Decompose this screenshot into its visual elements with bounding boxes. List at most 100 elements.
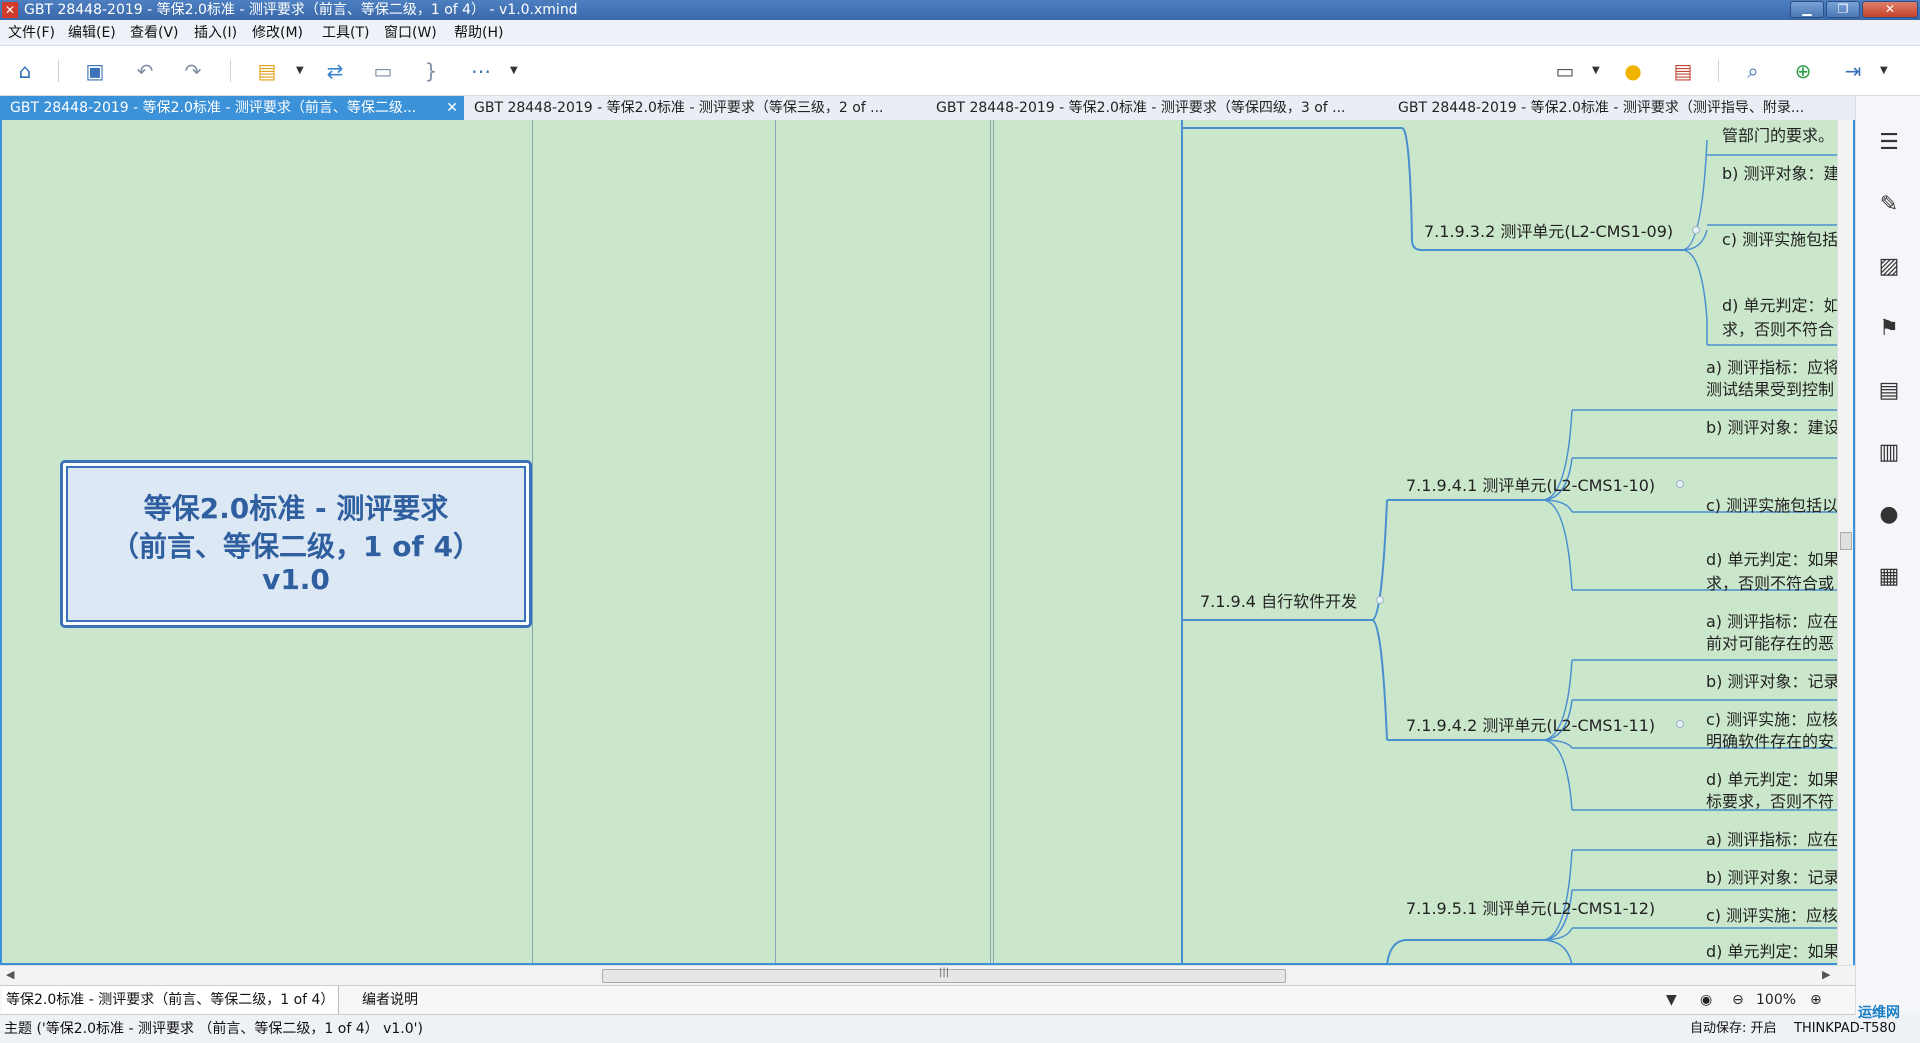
tab-sheet-4[interactable]: GBT 28448-2019 - 等保2.0标准 - 测评要求（测评指导、附录.… <box>1388 96 1848 120</box>
leaf-topic[interactable]: d) 单元判定：如 <box>1722 292 1840 316</box>
menu-view[interactable]: 查看(V) <box>130 20 179 46</box>
collapse-toggle[interactable] <box>1676 720 1684 728</box>
leaf-topic[interactable]: b) 测评对象：建 <box>1722 160 1840 184</box>
text-style-icon[interactable]: ▤ <box>1876 378 1902 404</box>
flag-icon[interactable]: ⚑ <box>1876 316 1902 342</box>
tab-label: GBT 28448-2019 - 等保2.0标准 - 测评要求（前言、等保二级.… <box>10 100 417 116</box>
chevron-down-icon[interactable]: ▼ <box>296 58 304 84</box>
topic-unit-l2-cms1-09[interactable]: 7.1.9.3.2 测评单元(L2-CMS1-09) <box>1424 218 1673 242</box>
leaf-topic[interactable]: b) 测评对象：记录 <box>1706 864 1840 888</box>
undo-icon[interactable]: ↶ <box>130 58 160 84</box>
filter-icon[interactable]: ▼ <box>1666 986 1677 1014</box>
leaf-topic[interactable]: 求，否则不符合或 <box>1706 570 1840 594</box>
leaf-topic[interactable]: c) 测评实施：应核 <box>1706 902 1840 926</box>
close-window-button[interactable]: ✕ <box>1862 1 1918 18</box>
collapse-toggle[interactable] <box>1692 226 1700 234</box>
scroll-right-icon[interactable]: ▶ <box>1822 968 1830 981</box>
toolbar: ⌂ ▣ ↶ ↷ ▤ ▼ ⇄ ▭ } ⋯ ▼ ▭ ▼ ● ▤ ⌕ ⊕ ⇥ ▼ <box>0 46 1920 96</box>
tab-label: GBT 28448-2019 - 等保2.0标准 - 测评要求（测评指导、附录.… <box>1398 100 1805 116</box>
idea-icon[interactable]: ● <box>1618 58 1648 84</box>
search-icon[interactable]: ⌕ <box>1738 58 1768 84</box>
share-icon[interactable]: ⊕ <box>1788 58 1818 84</box>
redo-icon[interactable]: ↷ <box>178 58 208 84</box>
leaf-topic[interactable]: 标要求，否则不符 <box>1706 788 1840 812</box>
task-icon[interactable]: ▦ <box>1876 564 1902 590</box>
topic-unit-l2-cms1-12[interactable]: 7.1.9.5.1 测评单元(L2-CMS1-12) <box>1406 895 1655 919</box>
home-icon[interactable]: ⌂ <box>10 58 40 84</box>
leaf-topic[interactable]: d) 单元判定：如果 <box>1706 938 1840 962</box>
eye-icon[interactable]: ◉ <box>1700 986 1712 1014</box>
tab-sheet-3[interactable]: GBT 28448-2019 - 等保2.0标准 - 测评要求（等保四级，3 o… <box>926 96 1386 120</box>
leaf-topic[interactable]: c) 测评实施包括以 <box>1706 492 1840 516</box>
status-bar: 主题 ('等保2.0标准 - 测评要求 （前言、等保二级，1 of 4） v1.… <box>0 1005 1920 1043</box>
zoom-in-button[interactable]: ⊕ <box>1810 986 1822 1014</box>
summary-icon[interactable]: } <box>416 58 446 84</box>
xmind-window: ✕ GBT 28448-2019 - 等保2.0标准 - 测评要求（前言、等保二… <box>0 0 1920 1043</box>
export-icon[interactable]: ⇥ <box>1838 58 1868 84</box>
image-icon[interactable]: ▨ <box>1876 254 1902 280</box>
close-icon[interactable]: ✕ <box>446 96 458 120</box>
tab-sheet-2[interactable]: GBT 28448-2019 - 等保2.0标准 - 测评要求（等保三级，2 o… <box>464 96 924 120</box>
collapse-toggle[interactable] <box>1376 596 1384 604</box>
leaf-topic[interactable]: 前对可能存在的恶 <box>1706 630 1840 654</box>
presentation-icon[interactable]: ▭ <box>1550 58 1580 84</box>
status-selected-topic: 主题 ('等保2.0标准 - 测评要求 （前言、等保二级，1 of 4） v1.… <box>4 1021 423 1037</box>
topic-unit-l2-cms1-10[interactable]: 7.1.9.4.1 测评单元(L2-CMS1-10) <box>1406 472 1655 496</box>
leaf-topic[interactable]: 管部门的要求。 <box>1722 122 1840 146</box>
zoom-out-button[interactable]: ⊖ <box>1732 986 1744 1014</box>
leaf-topic[interactable]: d) 单元判定：如果 <box>1706 546 1840 570</box>
relationship-icon[interactable]: ⇄ <box>320 58 350 84</box>
gantt-icon[interactable]: ▤ <box>1668 58 1698 84</box>
leaf-topic[interactable]: a) 测评指标：应将 <box>1706 354 1840 378</box>
zoom-level: 100% <box>1756 992 1797 1008</box>
chevron-down-icon[interactable]: ▼ <box>510 58 518 84</box>
leaf-topic[interactable]: b) 测评对象：建设 <box>1706 414 1840 438</box>
menu-file[interactable]: 文件(F) <box>8 20 55 46</box>
menu-help[interactable]: 帮助(H) <box>454 20 503 46</box>
vertical-scrollbar[interactable] <box>1837 120 1853 965</box>
tab-label: GBT 28448-2019 - 等保2.0标准 - 测评要求（等保三级，2 o… <box>474 100 884 116</box>
maximize-button[interactable]: ❐ <box>1826 1 1860 18</box>
more-icon[interactable]: ⋯ <box>466 58 496 84</box>
menu-edit[interactable]: 编辑(E) <box>68 20 116 46</box>
leaf-topic[interactable]: 求，否则不符合 <box>1722 316 1840 340</box>
horizontal-scrollbar[interactable]: ◀ ||| ▶ <box>0 965 1855 985</box>
menu-bar: 文件(F) 编辑(E) 查看(V) 插入(I) 修改(M) 工具(T) 窗口(W… <box>0 20 1920 46</box>
save-icon[interactable]: ▣ <box>80 58 110 84</box>
leaf-topic[interactable]: d) 单元判定：如果 <box>1706 766 1840 790</box>
leaf-topic[interactable]: a) 测评指标：应在 <box>1706 826 1840 850</box>
outline-icon[interactable]: ☰ <box>1876 130 1902 156</box>
tab-sheet-1[interactable]: GBT 28448-2019 - 等保2.0标准 - 测评要求（前言、等保二级.… <box>0 96 464 120</box>
toolbar-separator <box>230 60 231 82</box>
leaf-topic[interactable]: c) 测评实施包括 <box>1722 226 1840 250</box>
topic-unit-l2-cms1-11[interactable]: 7.1.9.4.2 测评单元(L2-CMS1-11) <box>1406 712 1655 736</box>
scrollbar-thumb[interactable] <box>1840 532 1852 550</box>
menu-window[interactable]: 窗口(W) <box>384 20 437 46</box>
leaf-topic[interactable]: a) 测评指标：应在 <box>1706 608 1840 632</box>
sheet-tab-editor-notes[interactable]: 编者说明 <box>358 986 422 1014</box>
collapse-toggle[interactable] <box>1676 480 1684 488</box>
notes-icon[interactable]: ▥ <box>1876 440 1902 466</box>
topic-self-developed-software[interactable]: 7.1.9.4 自行软件开发 <box>1200 588 1357 612</box>
minimize-button[interactable]: ▁ <box>1790 1 1824 18</box>
boundary-icon[interactable]: ▭ <box>368 58 398 84</box>
comment-icon[interactable]: ● <box>1876 502 1902 528</box>
format-brush-icon[interactable]: ✎ <box>1876 192 1902 218</box>
menu-tools[interactable]: 工具(T) <box>322 20 369 46</box>
menu-modify[interactable]: 修改(M) <box>252 20 303 46</box>
sheet-tab-main[interactable]: 等保2.0标准 - 测评要求（前言、等保二级，1 of 4） <box>2 986 340 1014</box>
leaf-topic[interactable]: c) 测评实施：应核 <box>1706 706 1840 730</box>
leaf-topic[interactable]: 明确软件存在的安 <box>1706 728 1840 752</box>
central-topic[interactable]: 等保2.0标准 - 测评要求 （前言、等保二级，1 of 4） v1.0 <box>60 460 532 628</box>
leaf-topic[interactable]: b) 测评对象：记录 <box>1706 668 1840 692</box>
chevron-down-icon[interactable]: ▼ <box>1592 58 1600 84</box>
grip-icon: ||| <box>939 967 950 978</box>
mindmap-canvas[interactable]: 等保2.0标准 - 测评要求 （前言、等保二级，1 of 4） v1.0 7.1… <box>0 120 1855 965</box>
leaf-topic[interactable]: 测试结果受到控制 <box>1706 376 1840 400</box>
topic-style-icon[interactable]: ▤ <box>252 58 282 84</box>
title-bar: ✕ GBT 28448-2019 - 等保2.0标准 - 测评要求（前言、等保二… <box>0 0 1920 20</box>
menu-insert[interactable]: 插入(I) <box>194 20 237 46</box>
scrollbar-thumb[interactable]: ||| <box>602 967 1286 983</box>
chevron-down-icon[interactable]: ▼ <box>1880 58 1888 84</box>
scroll-left-icon[interactable]: ◀ <box>6 968 14 981</box>
